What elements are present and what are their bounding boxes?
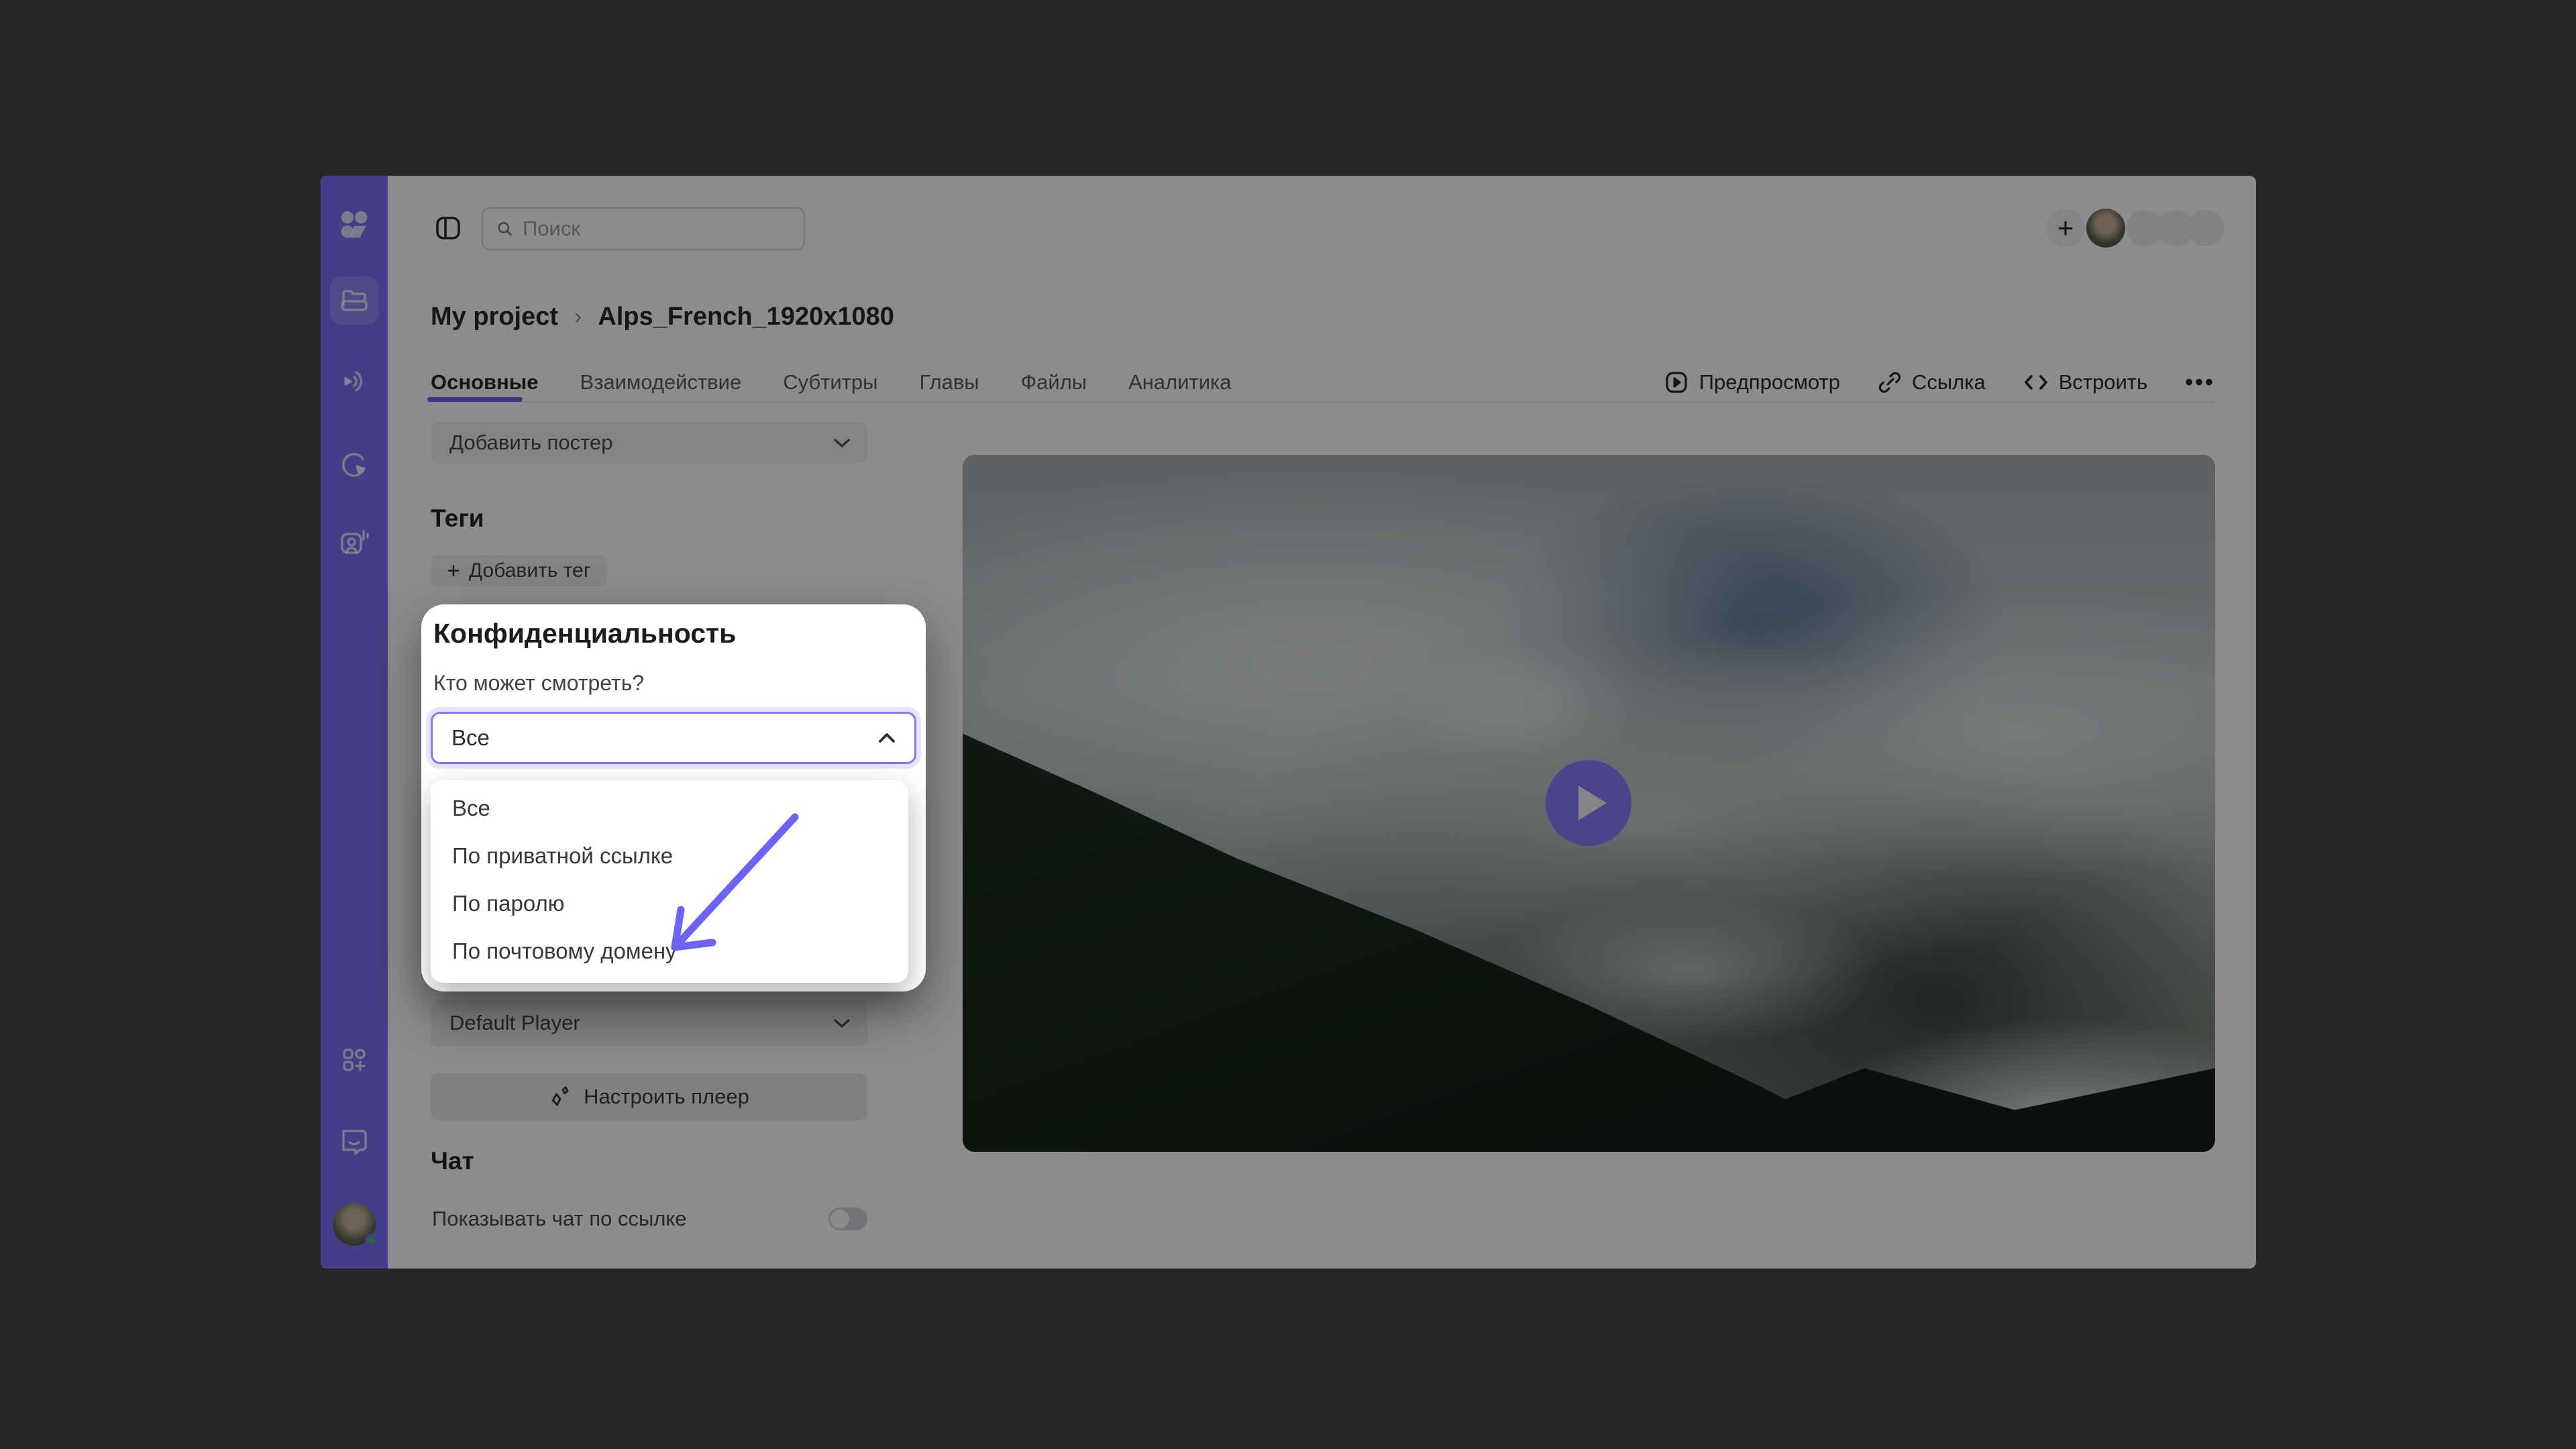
privacy-select[interactable]: Все xyxy=(431,712,916,764)
option-private-link[interactable]: По приватной ссылке xyxy=(431,832,908,879)
desktop-background: + My project › Alps_French_1920x1080 Осн… xyxy=(0,0,2576,1449)
option-everyone[interactable]: Все xyxy=(431,784,908,832)
app-window: + My project › Alps_French_1920x1080 Осн… xyxy=(321,176,2256,1269)
chevron-up-icon xyxy=(877,731,897,745)
privacy-select-value: Все xyxy=(451,725,490,751)
privacy-options-dropdown: Все По приватной ссылке По паролю По поч… xyxy=(431,780,908,983)
option-password[interactable]: По паролю xyxy=(431,879,908,927)
option-email-domain[interactable]: По почтовому домену xyxy=(431,927,908,975)
privacy-title: Конфиденциальность xyxy=(433,618,916,649)
privacy-question: Кто может смотреть? xyxy=(433,671,916,696)
